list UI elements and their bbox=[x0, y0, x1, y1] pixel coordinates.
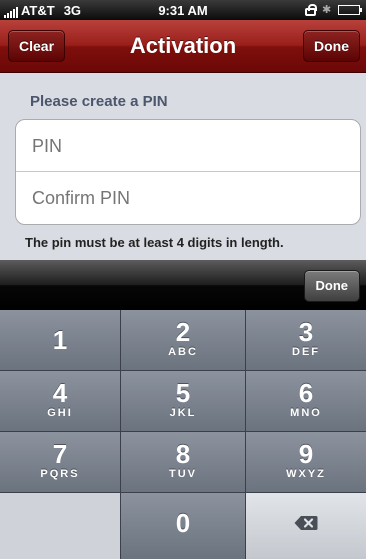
number-keypad: 1 2 ABC 3 DEF 4 GHI 5 JKL 6 MNO 7 PQRS 8… bbox=[0, 310, 366, 559]
key-digit: 4 bbox=[52, 378, 68, 408]
key-letters: WXYZ bbox=[286, 468, 326, 480]
key-letters: GHI bbox=[47, 407, 73, 419]
backspace-icon bbox=[294, 516, 318, 530]
key-0[interactable]: 0 bbox=[121, 493, 246, 559]
key-1[interactable]: 1 bbox=[0, 310, 121, 371]
bluetooth-icon: ✱ bbox=[322, 4, 332, 16]
key-letters: MNO bbox=[290, 407, 322, 419]
pin-length-hint: The pin must be at least 4 digits in len… bbox=[25, 235, 284, 250]
status-right: ✱ bbox=[305, 4, 362, 16]
key-digit: 2 bbox=[175, 317, 191, 347]
key-letters: PQRS bbox=[40, 468, 80, 480]
key-3[interactable]: 3 DEF bbox=[246, 310, 366, 371]
keyboard-accessory-bar: Done bbox=[0, 260, 366, 310]
nav-bar: Clear Activation Done bbox=[0, 20, 366, 73]
key-digit: 3 bbox=[298, 317, 314, 347]
key-digit: 7 bbox=[52, 439, 68, 469]
section-header: Please create a PIN bbox=[30, 93, 168, 110]
key-5[interactable]: 5 JKL bbox=[121, 371, 246, 432]
pin-form: Please create a PIN The pin must be at l… bbox=[0, 73, 366, 260]
done-button[interactable]: Done bbox=[303, 30, 360, 62]
key-7[interactable]: 7 PQRS bbox=[0, 432, 121, 493]
battery-icon bbox=[338, 5, 362, 15]
key-4[interactable]: 4 GHI bbox=[0, 371, 121, 432]
key-digit: 0 bbox=[175, 508, 191, 538]
status-bar: AT&T 3G 9:31 AM ✱ bbox=[0, 0, 366, 20]
key-digit: 8 bbox=[175, 439, 191, 469]
pin-input[interactable] bbox=[16, 120, 360, 172]
blank-key bbox=[0, 493, 121, 559]
phone-screen: AT&T 3G 9:31 AM ✱ Clear Activation Done … bbox=[0, 0, 366, 559]
key-digit: 6 bbox=[298, 378, 314, 408]
key-letters: ABC bbox=[168, 346, 198, 358]
key-8[interactable]: 8 TUV bbox=[121, 432, 246, 493]
pin-field-group bbox=[15, 119, 361, 225]
key-2[interactable]: 2 ABC bbox=[121, 310, 246, 371]
key-letters: DEF bbox=[292, 346, 320, 358]
delete-key[interactable] bbox=[246, 493, 366, 559]
key-9[interactable]: 9 WXYZ bbox=[246, 432, 366, 493]
key-digit: 9 bbox=[298, 439, 314, 469]
key-digit: 5 bbox=[175, 378, 191, 408]
key-letters: TUV bbox=[169, 468, 197, 480]
key-digit: 1 bbox=[52, 325, 68, 355]
keyboard-done-button[interactable]: Done bbox=[303, 270, 360, 302]
lock-icon bbox=[305, 4, 317, 16]
confirm-pin-input[interactable] bbox=[16, 172, 360, 224]
key-letters: JKL bbox=[169, 407, 197, 419]
key-6[interactable]: 6 MNO bbox=[246, 371, 366, 432]
